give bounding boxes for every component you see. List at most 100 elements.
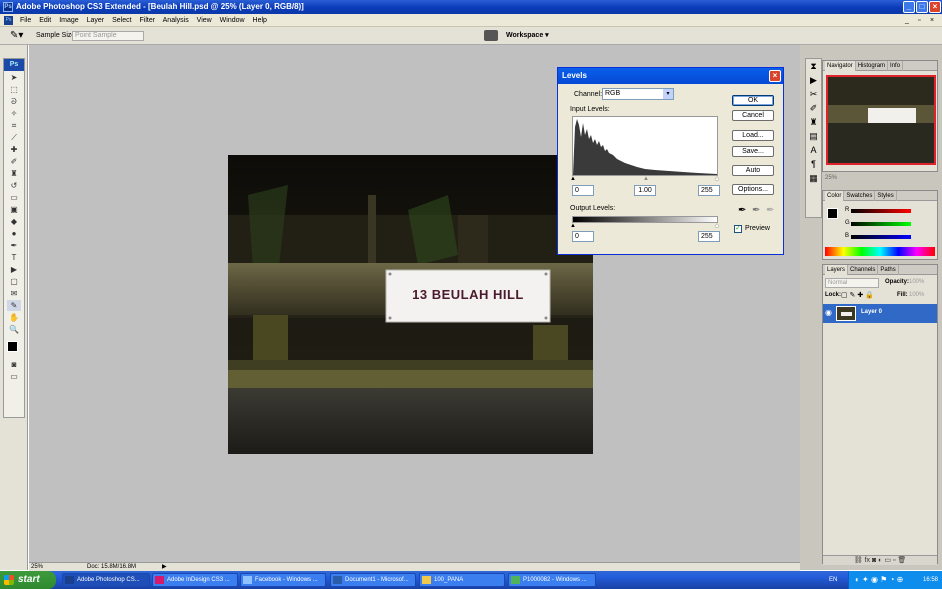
magic-wand-tool-icon[interactable]: ✧ [7, 108, 21, 119]
output-black-slider[interactable]: ▲ [570, 223, 576, 229]
delete-layer-icon[interactable]: 🗑 [897, 557, 906, 564]
doc-close-button[interactable]: × [930, 14, 934, 27]
clock[interactable]: 16:58 [923, 571, 938, 589]
cancel-button[interactable]: Cancel [732, 110, 774, 121]
character-icon[interactable]: A [806, 143, 821, 157]
white-eyedropper-icon[interactable]: ✒ [766, 205, 774, 216]
menu-layer[interactable]: Layer [87, 17, 105, 24]
navigator-zoom[interactable]: 25% [825, 175, 837, 181]
input-gamma-field[interactable]: 1.00 [634, 185, 656, 196]
output-white-slider[interactable]: ▲ [714, 223, 720, 229]
task-indesign[interactable]: Adobe InDesign CS3 ... [152, 573, 238, 587]
opacity-value[interactable]: 100% [909, 279, 924, 285]
blend-mode-select[interactable]: Normal [825, 278, 879, 288]
task-facebook[interactable]: Facebook - Windows ... [240, 573, 326, 587]
pen-tool-icon[interactable]: ✒ [7, 240, 21, 251]
auto-button[interactable]: Auto [732, 165, 774, 176]
tab-color[interactable]: Color [825, 191, 845, 201]
workspace-icon[interactable] [484, 30, 498, 41]
menu-file[interactable]: File [20, 17, 31, 24]
output-white-field[interactable]: 255 [698, 231, 720, 242]
menu-image[interactable]: Image [59, 17, 78, 24]
tray-icons[interactable]: ◐ ✦ ◉ ⚑ ◔ ⊕ [855, 575, 903, 584]
menu-select[interactable]: Select [112, 17, 131, 24]
menu-view[interactable]: View [197, 17, 212, 24]
quick-mask-icon[interactable]: ◙ [7, 359, 21, 370]
layer-name[interactable]: Layer 0 [861, 309, 882, 315]
sample-size-select[interactable]: Point Sample [72, 31, 144, 41]
ok-button[interactable]: OK [732, 95, 774, 106]
task-photoshop[interactable]: Adobe Photoshop CS... [62, 573, 150, 587]
lock-icons[interactable]: ▢ ✎ ✚ 🔒 [841, 291, 874, 299]
channel-select[interactable]: RGB ▾ [602, 88, 674, 100]
menu-analysis[interactable]: Analysis [163, 17, 189, 24]
workspace-button[interactable]: Workspace ▾ [506, 27, 549, 45]
new-layer-icon[interactable]: ▫ [893, 557, 895, 564]
tab-swatches[interactable]: Swatches [844, 191, 876, 201]
notes-tool-icon[interactable]: ✉ [7, 288, 21, 299]
minimize-button[interactable]: _ [903, 1, 915, 13]
color-swatches[interactable] [4, 336, 24, 358]
r-slider[interactable] [851, 209, 911, 213]
tool-presets-icon[interactable]: ✂ [806, 87, 821, 101]
visibility-eye-icon[interactable]: ◉ [825, 308, 832, 317]
tab-styles[interactable]: Styles [875, 191, 897, 201]
marquee-tool-icon[interactable]: ⬚ [7, 84, 21, 95]
eyedropper-tool-icon[interactable]: ✎ [7, 300, 21, 311]
doc-minimize-button[interactable]: _ [905, 14, 909, 27]
gray-eyedropper-icon[interactable]: ✒ [752, 205, 760, 216]
start-button[interactable]: start [0, 571, 56, 589]
brush-tool-icon[interactable]: ✐ [7, 156, 21, 167]
slice-tool-icon[interactable]: ⟋ [7, 132, 21, 143]
actions-icon[interactable]: ▶ [806, 73, 821, 87]
blur-tool-icon[interactable]: ◆ [7, 216, 21, 227]
path-selection-tool-icon[interactable]: ▶ [7, 264, 21, 275]
input-white-slider[interactable]: ▲ [714, 176, 720, 182]
b-slider[interactable] [851, 235, 911, 239]
output-black-field[interactable]: 0 [572, 231, 594, 242]
black-eyedropper-icon[interactable]: ✒ [738, 205, 746, 216]
move-tool-icon[interactable]: ➤ [7, 72, 21, 83]
layer-style-icon[interactable]: fx [865, 557, 870, 564]
crop-tool-icon[interactable]: ⌗ [7, 120, 21, 131]
type-tool-icon[interactable]: T [7, 252, 21, 263]
foreground-color[interactable] [7, 341, 18, 352]
tab-channels[interactable]: Channels [848, 265, 879, 275]
options-button[interactable]: Options... [732, 184, 774, 195]
menu-window[interactable]: Window [220, 17, 245, 24]
clone-source-icon[interactable]: ♜ [806, 115, 821, 129]
screen-mode-icon[interactable]: ▭ [7, 371, 21, 382]
hand-tool-icon[interactable]: ✋ [7, 312, 21, 323]
language-indicator[interactable]: EN [829, 571, 837, 589]
lasso-tool-icon[interactable]: ᘐ [7, 96, 21, 107]
history-brush-tool-icon[interactable]: ↺ [7, 180, 21, 191]
color-spectrum[interactable] [825, 247, 935, 256]
shape-tool-icon[interactable]: ▢ [7, 276, 21, 287]
brushes-icon[interactable]: ✐ [806, 101, 821, 115]
input-black-field[interactable]: 0 [572, 185, 594, 196]
input-gamma-slider[interactable]: ▲ [643, 176, 649, 182]
tab-layers[interactable]: Layers [825, 265, 849, 275]
paragraph-icon[interactable]: ¶ [806, 157, 821, 171]
input-black-slider[interactable]: ▲ [570, 176, 576, 182]
navigator-thumbnail[interactable] [826, 75, 936, 165]
dodge-tool-icon[interactable]: ● [7, 228, 21, 239]
menu-help[interactable]: Help [253, 17, 267, 24]
menu-edit[interactable]: Edit [39, 17, 51, 24]
new-group-icon[interactable]: ▭ [884, 557, 891, 564]
task-document1[interactable]: Document1 - Microsof... [330, 573, 416, 587]
input-white-field[interactable]: 255 [698, 185, 720, 196]
eyedropper-icon[interactable]: ✎▾ [10, 27, 23, 45]
layer-comps-icon[interactable]: ▤ [806, 129, 821, 143]
layer-mask-icon[interactable]: ◙ [872, 557, 876, 564]
tab-navigator[interactable]: Navigator [825, 61, 856, 71]
g-slider[interactable] [851, 222, 911, 226]
info-icon[interactable]: ▦ [806, 171, 821, 185]
document-image[interactable]: 13 BEULAH HILL [228, 155, 593, 454]
gradient-tool-icon[interactable]: ▣ [7, 204, 21, 215]
clone-stamp-tool-icon[interactable]: ♜ [7, 168, 21, 179]
adjustment-layer-icon[interactable]: ◐ [878, 557, 882, 564]
history-icon[interactable]: ⧗ [806, 59, 821, 73]
levels-close-button[interactable]: × [769, 70, 781, 82]
menu-filter[interactable]: Filter [140, 17, 156, 24]
